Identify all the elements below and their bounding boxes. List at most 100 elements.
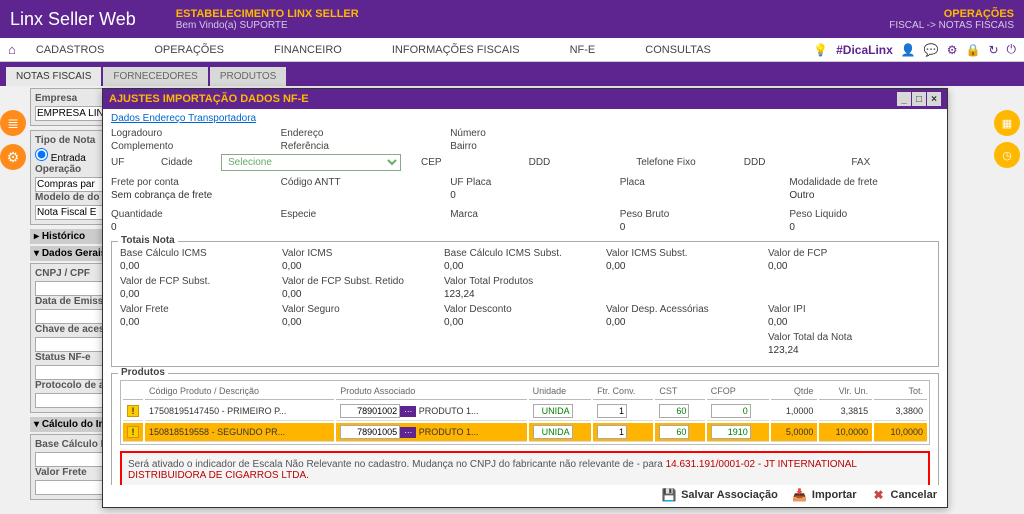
topbar: Linx Seller Web ESTABELECIMENTO LINX SEL…	[0, 0, 1024, 38]
complemento-label: Complemento	[111, 141, 261, 152]
valor-desp-lbl: Valor Desp. Acessórias	[606, 304, 768, 315]
importar-button[interactable]: 📥Importar	[792, 487, 857, 503]
valor-ipi-val: 0,00	[768, 317, 930, 328]
base-icms-subst-lbl: Base Cálculo ICMS Subst.	[444, 248, 606, 259]
pesobruto-val: 0	[620, 222, 770, 233]
bairro-label: Bairro	[450, 141, 600, 152]
assoc-text: PRODUTO 1...	[419, 406, 479, 416]
power-icon[interactable]: ⏻	[1007, 42, 1017, 57]
frete-val: Sem cobrança de frete	[111, 190, 261, 201]
header-right: OPERAÇÕES FISCAL -> NOTAS FISCAIS	[889, 8, 1014, 31]
clock-icon[interactable]: ◷	[994, 142, 1020, 168]
save-icon: 💾	[661, 487, 677, 503]
dados-endereco-transportadora-link[interactable]: Dados Endereço Transportadora	[111, 113, 939, 124]
dialog-title: AJUSTES IMPORTAÇÃO DADOS NF-E	[109, 93, 309, 105]
menu-info-fiscais[interactable]: INFORMAÇÕES FISCAIS	[392, 44, 520, 56]
assoc-input[interactable]	[340, 425, 400, 439]
uf-label: UF	[111, 157, 141, 168]
gear-icon[interactable]: ⚙	[0, 144, 26, 170]
assoc-input[interactable]	[340, 404, 400, 418]
un-input[interactable]	[533, 425, 573, 439]
list-icon[interactable]: ≣	[0, 110, 26, 136]
valor-desp-val: 0,00	[606, 317, 768, 328]
col-assoc: Produto Associado	[336, 383, 526, 400]
marca-hdr: Marca	[450, 209, 600, 220]
close-button[interactable]: ×	[927, 92, 941, 106]
lookup-button[interactable]: ⋯	[400, 406, 416, 417]
fcp-subst-ret-lbl: Valor de FCP Subst. Retido	[282, 276, 444, 287]
warning-message: Será ativado o indicador de Escala Não R…	[120, 451, 930, 485]
cst-input[interactable]	[659, 425, 689, 439]
maximize-button[interactable]: □	[912, 92, 926, 106]
table-row[interactable]: !17508195147450 - PRIMEIRO P...⋯ PRODUTO…	[123, 402, 927, 421]
cep-label: CEP	[421, 157, 509, 168]
tab-notas-fiscais[interactable]: NOTAS FISCAIS	[6, 67, 101, 86]
col-ftr: Ftr. Conv.	[593, 383, 653, 400]
valor-icms-subst-lbl: Valor ICMS Subst.	[606, 248, 768, 259]
tab-produtos[interactable]: PRODUTOS	[210, 67, 287, 86]
pesoliq-val: 0	[789, 222, 939, 233]
refresh-icon[interactable]: ↻	[988, 43, 998, 57]
salvar-associacao-button[interactable]: 💾Salvar Associação	[661, 487, 778, 503]
totais-nota-fieldset: Totais Nota Base Cálculo ICMS Valor ICMS…	[111, 241, 939, 367]
ddd-label: DDD	[529, 157, 617, 168]
valor-ipi-lbl: Valor IPI	[768, 304, 930, 315]
cidade-select[interactable]: Selecione	[221, 154, 401, 171]
cfop-input[interactable]	[711, 404, 751, 418]
base-icms-val: 0,00	[120, 261, 282, 272]
fcp-subst-lbl: Valor de FCP Subst.	[120, 276, 282, 287]
right-toolbar: ▦ ◷	[994, 110, 1020, 168]
cst-input[interactable]	[659, 404, 689, 418]
table-row[interactable]: !150818519558 - SEGUNDO PR...⋯ PRODUTO 1…	[123, 423, 927, 442]
cfop-input[interactable]	[711, 425, 751, 439]
marca-val	[450, 222, 600, 233]
valor-icms-lbl: Valor ICMS	[282, 248, 444, 259]
valor-frete-lbl: Valor Frete	[120, 304, 282, 315]
menubar: ⌂ CADASTROS OPERAÇÕES FINANCEIRO INFORMA…	[0, 38, 1024, 62]
produtos-table: Código Produto / Descrição Produto Assoc…	[120, 380, 930, 445]
especie-hdr: Especie	[281, 209, 431, 220]
cancelar-button[interactable]: ✖Cancelar	[871, 487, 937, 503]
ufplaca-val: 0	[450, 190, 600, 201]
gear-icon[interactable]: ⚙	[947, 43, 958, 57]
valor-icms-subst-val: 0,00	[606, 261, 768, 272]
minimize-button[interactable]: _	[897, 92, 911, 106]
menu-nfe[interactable]: NF-E	[570, 44, 596, 56]
home-icon[interactable]: ⌂	[8, 42, 16, 57]
lock-icon[interactable]: 🔒	[965, 43, 980, 57]
tab-fornecedores[interactable]: FORNECEDORES	[103, 67, 207, 86]
menu-operacoes[interactable]: OPERAÇÕES	[154, 44, 224, 56]
frete-hdr: Frete por conta	[111, 177, 261, 188]
fcp-subst-val: 0,00	[120, 289, 282, 300]
ftr-input[interactable]	[597, 425, 627, 439]
ddd2-label: DDD	[744, 157, 832, 168]
left-toolbar: ≣ ⚙	[0, 110, 26, 170]
valor-frete-val: 0,00	[120, 317, 282, 328]
establishment: ESTABELECIMENTO LINX SELLER Bem Vindo(a)…	[176, 8, 359, 31]
menu-cadastros[interactable]: CADASTROS	[36, 44, 104, 56]
menu-consultas[interactable]: CONSULTAS	[645, 44, 711, 56]
user-icon[interactable]: 👤	[901, 43, 916, 57]
valor-desconto-lbl: Valor Desconto	[444, 304, 606, 315]
ftr-input[interactable]	[597, 404, 627, 418]
col-cst: CST	[655, 383, 704, 400]
dicalinx[interactable]: #DicaLinx	[836, 43, 893, 57]
lookup-button[interactable]: ⋯	[400, 427, 416, 438]
un-input[interactable]	[533, 404, 573, 418]
chat-icon[interactable]: 💬	[924, 43, 939, 57]
col-vun: Vlr. Un.	[819, 383, 872, 400]
valor-fcp-val: 0,00	[768, 261, 930, 272]
menu-financeiro[interactable]: FINANCEIRO	[274, 44, 342, 56]
modalidade-hdr: Modalidade de frete	[789, 177, 939, 188]
total-nota-val: 123,24	[768, 345, 930, 356]
gallery-icon[interactable]: ▦	[994, 110, 1020, 136]
tabbar: NOTAS FISCAIS FORNECEDORES PRODUTOS	[0, 62, 1024, 86]
fcp-subst-ret-val: 0,00	[282, 289, 444, 300]
entrada-radio[interactable]: Entrada	[35, 153, 86, 164]
cidade-label: Cidade	[161, 157, 201, 168]
lightbulb-icon[interactable]: 💡	[813, 43, 828, 57]
total-prod-val: 123,24	[444, 289, 606, 300]
col-desc: Código Produto / Descrição	[145, 383, 334, 400]
endereco-label: Endereço	[281, 128, 431, 139]
produtos-fieldset: Produtos Código Produto / Descrição Prod…	[111, 373, 939, 485]
